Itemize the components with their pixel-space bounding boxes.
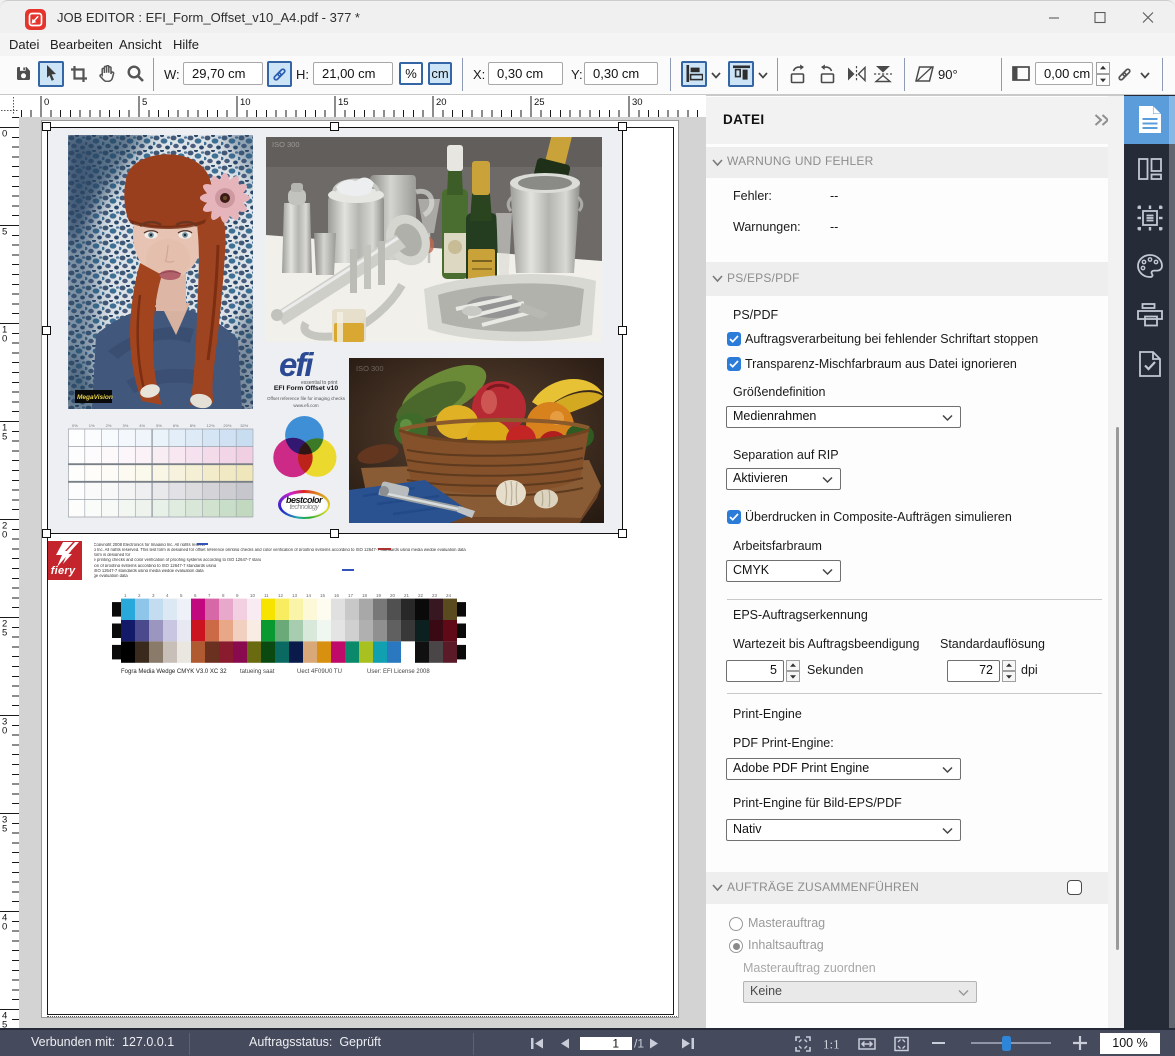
svg-text:20: 20	[436, 97, 447, 108]
svg-text:/1: /1	[634, 1037, 644, 1050]
svg-text:0: 0	[2, 334, 7, 345]
svg-text:25: 25	[534, 97, 545, 108]
svg-text:30: 30	[632, 97, 643, 108]
svg-text:0: 0	[2, 129, 7, 140]
svg-text:15: 15	[338, 97, 349, 108]
svg-text:5: 5	[2, 628, 7, 639]
svg-text:10: 10	[240, 97, 251, 108]
svg-text:5: 5	[2, 1020, 7, 1029]
svg-text:1: 1	[612, 1037, 619, 1050]
svg-text:0: 0	[2, 530, 7, 541]
svg-text:1:1: 1:1	[823, 1037, 840, 1052]
svg-text:5: 5	[2, 824, 7, 835]
svg-text:5: 5	[142, 97, 147, 108]
svg-text:5: 5	[2, 227, 7, 238]
svg-text:0: 0	[44, 97, 49, 108]
svg-text:5: 5	[2, 432, 7, 443]
svg-text:0: 0	[2, 726, 7, 737]
svg-text:0: 0	[2, 922, 7, 933]
